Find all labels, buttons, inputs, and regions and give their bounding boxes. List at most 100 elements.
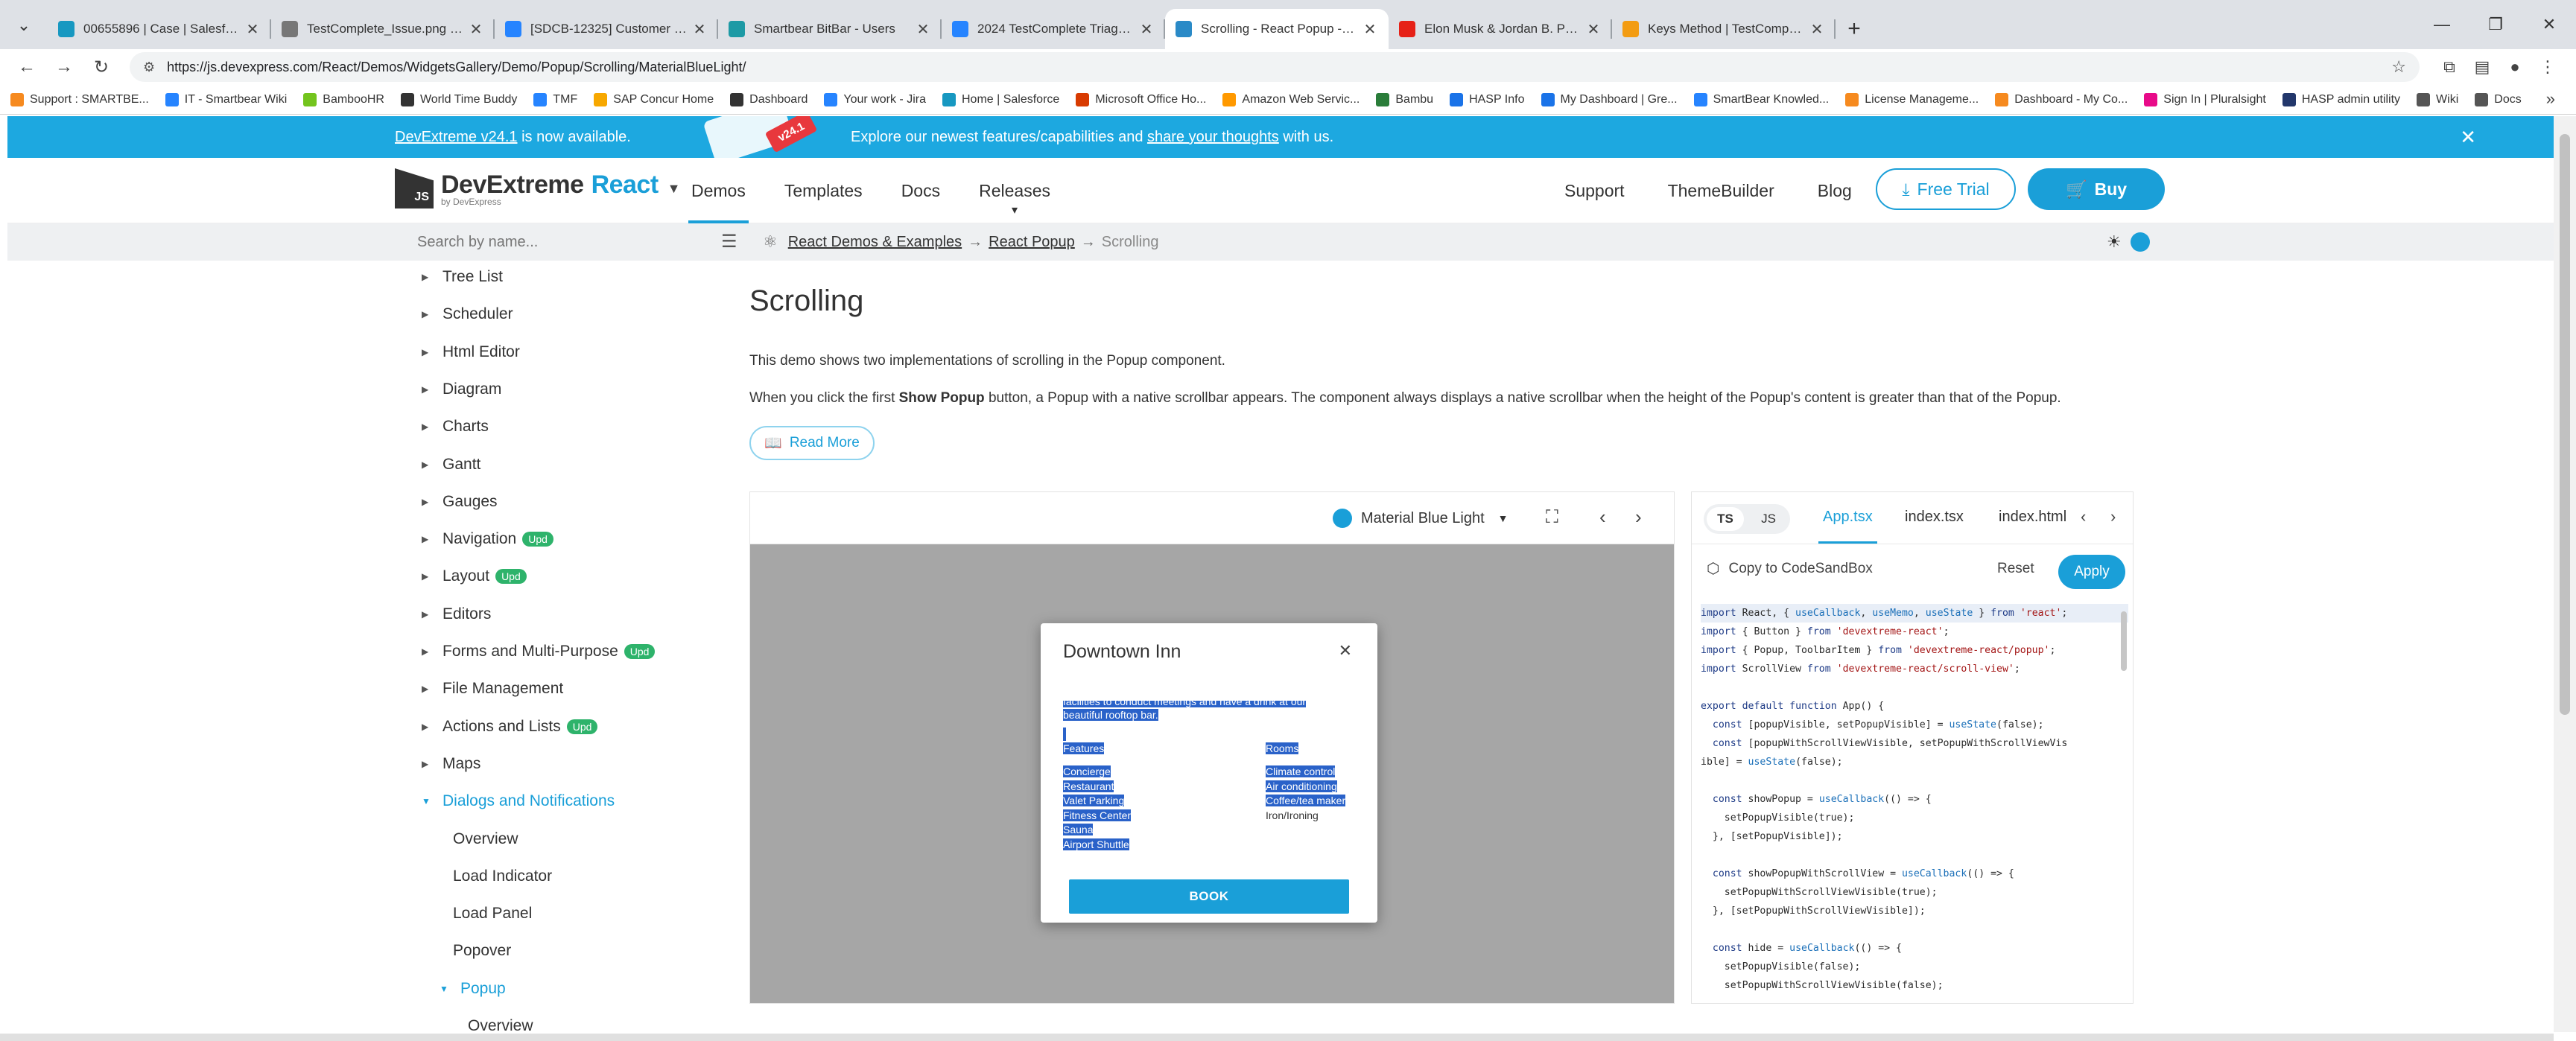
close-tab-icon[interactable]: ✕ (1585, 20, 1602, 39)
bookmark-item[interactable]: Bambu (1376, 92, 1433, 106)
code-editor[interactable]: import React, { useCallback, useMemo, us… (1701, 604, 2128, 999)
version-link[interactable]: DevExtreme v24.1 (395, 129, 518, 145)
bookmark-item[interactable]: Amazon Web Servic... (1222, 92, 1360, 106)
nav-demos[interactable]: Demos (688, 158, 749, 223)
nav-docs[interactable]: Docs (901, 158, 940, 223)
lang-js[interactable]: JS (1750, 507, 1787, 531)
sidebar-sub-sub-item[interactable]: Overview (468, 1017, 533, 1035)
bookmark-item[interactable]: Support : SMARTBE... (10, 92, 149, 106)
extensions-icon[interactable]: ⧉ (2433, 52, 2466, 82)
next-demo-icon[interactable]: › (1635, 506, 1642, 529)
theme-select[interactable]: Material Blue Light ▼ (1333, 509, 1509, 528)
previous-demo-icon[interactable]: ‹ (1599, 506, 1606, 529)
sidebar-item[interactable]: ▶ Scheduler (422, 305, 513, 323)
theme-color-swatch[interactable] (2130, 232, 2150, 252)
bookmark-item[interactable]: Microsoft Office Ho... (1076, 92, 1206, 106)
reset-button[interactable]: Reset (1997, 561, 2034, 577)
code-scrollbar[interactable] (2121, 611, 2127, 671)
sidebar-item[interactable]: ▶ Actions and Lists Upd (422, 718, 598, 736)
bookmark-item[interactable]: Docs (2475, 92, 2522, 106)
product-dropdown-icon[interactable]: ▼ (667, 181, 681, 197)
bookmark-item[interactable]: Home | Salesforce (942, 92, 1059, 106)
sun-icon[interactable]: ☀ (2107, 232, 2122, 252)
tab-search-icon[interactable]: ⌄ (7, 9, 40, 42)
devextreme-logo[interactable]: JS DevExtreme React by DevExpress ▼ (395, 168, 681, 208)
bookmark-item[interactable]: License Manageme... (1845, 92, 1979, 106)
sidebar-item[interactable]: ▶ Gantt (422, 456, 480, 474)
book-button[interactable]: BOOK (1069, 879, 1349, 914)
chevron-left-icon[interactable]: ‹ (2081, 507, 2086, 526)
close-tab-icon[interactable]: ✕ (1362, 20, 1378, 39)
bookmark-item[interactable]: TMF (533, 92, 577, 106)
browser-tab[interactable]: [SDCB-12325] Customer is askin ✕ (495, 9, 718, 49)
nav-support[interactable]: Support (1564, 181, 1625, 201)
theme-switcher[interactable]: ☀ (2107, 232, 2150, 252)
close-tab-icon[interactable]: ✕ (915, 20, 931, 39)
reload-icon[interactable]: ↻ (86, 52, 116, 82)
sidebar-sub-item[interactable]: Load Indicator (453, 867, 552, 885)
bookmark-item[interactable]: BambooHR (303, 92, 384, 106)
file-tab-app[interactable]: App.tsx (1818, 509, 1877, 544)
bookmark-item[interactable]: IT - Smartbear Wiki (165, 92, 287, 106)
sidebar-item[interactable]: ▶ Tree List (422, 268, 503, 286)
nav-releases[interactable]: Releases ▾ (979, 158, 1050, 223)
browser-tab[interactable]: Keys Method | TestComplete Do ✕ (1612, 9, 1836, 49)
more-bookmarks-icon[interactable]: » (2546, 89, 2555, 109)
browser-tab[interactable]: TestComplete_Issue.png (3840× ✕ (271, 9, 495, 49)
browser-tab[interactable]: 00655896 | Case | Salesforce ✕ (48, 9, 271, 49)
scrollbar-thumb[interactable] (2560, 134, 2570, 715)
bookmark-item[interactable]: My Dashboard | Gre... (1541, 92, 1678, 106)
free-trial-button[interactable]: ⤓ Free Trial (1876, 168, 2016, 210)
close-tab-icon[interactable]: ✕ (468, 20, 484, 39)
close-tab-icon[interactable]: ✕ (1138, 20, 1155, 39)
sidebar-item[interactable]: ▶ Diagram (422, 381, 501, 398)
collapse-menu-icon[interactable]: ☰ (721, 231, 737, 252)
buy-button[interactable]: 🛒 Buy (2028, 168, 2165, 210)
nav-blog[interactable]: Blog (1818, 181, 1852, 201)
nav-themebuilder[interactable]: ThemeBuilder (1668, 181, 1774, 201)
chevron-right-icon[interactable]: › (2110, 507, 2116, 526)
sidebar-item[interactable]: ▶ File Management (422, 680, 563, 698)
sidebar-item[interactable]: ▶ Forms and Multi-Purpose Upd (422, 643, 656, 660)
bookmark-item[interactable]: Wiki (2417, 92, 2458, 106)
demo-search-input[interactable] (417, 231, 700, 253)
bookmark-item[interactable]: Dashboard - My Co... (1995, 92, 2128, 106)
sidebar-item[interactable]: ▶ Layout Upd (422, 567, 527, 585)
close-tab-icon[interactable]: ✕ (691, 20, 708, 39)
bookmark-star-icon[interactable]: ☆ (2391, 57, 2406, 77)
bookmark-item[interactable]: HASP Info (1450, 92, 1525, 106)
sidebar-item[interactable]: ▼ Dialogs and Notifications (422, 792, 615, 810)
sidebar-item[interactable]: ▶ Html Editor (422, 343, 520, 361)
browser-tab[interactable]: Elon Musk & Jordan B. Peterson ✕ (1389, 9, 1612, 49)
close-icon[interactable]: ✕ (1339, 641, 1352, 660)
sidebar-sub-item[interactable]: Overview (453, 830, 518, 848)
browser-tab[interactable]: Smartbear BitBar - Users ✕ (718, 9, 942, 49)
nav-templates[interactable]: Templates (784, 158, 863, 223)
new-tab-button[interactable]: + (1836, 9, 1873, 49)
close-window-icon[interactable]: ✕ (2522, 0, 2576, 49)
sidebar-item[interactable]: ▶ Maps (422, 755, 480, 773)
lang-ts[interactable]: TS (1707, 507, 1744, 531)
sidebar-item[interactable]: ▶ Charts (422, 418, 489, 436)
read-more-button[interactable]: 📖 Read More (749, 426, 875, 460)
bookmark-item[interactable]: World Time Buddy (400, 92, 517, 106)
close-tab-icon[interactable]: ✕ (244, 20, 261, 39)
browser-tab[interactable]: 2024 TestComplete Triage - Con ✕ (942, 9, 1165, 49)
file-tab-index-tsx[interactable]: index.tsx (1905, 509, 1964, 526)
site-info-icon[interactable]: ⚙ (143, 60, 155, 75)
fullscreen-icon[interactable]: ⛶ (1546, 507, 1558, 528)
sidebar-item[interactable]: ▶ Editors (422, 605, 491, 623)
browser-tab[interactable]: Scrolling - React Popup - DevEx ✕ (1165, 9, 1389, 49)
sidebar-item[interactable]: ▶ Gauges (422, 493, 498, 511)
close-tab-icon[interactable]: ✕ (1809, 20, 1825, 39)
breadcrumb-demos[interactable]: React Demos & Examples (788, 234, 962, 251)
apply-button[interactable]: Apply (2058, 555, 2125, 589)
horizontal-scrollbar[interactable] (0, 1034, 2554, 1041)
address-bar[interactable]: ⚙ https://js.devexpress.com/React/Demos/… (130, 52, 2420, 82)
bookmark-item[interactable]: Dashboard (730, 92, 808, 106)
sidebar-icon[interactable]: ▤ (2466, 52, 2499, 82)
page-scrollbar[interactable] (2554, 116, 2576, 1032)
share-thoughts-link[interactable]: share your thoughts (1147, 129, 1279, 145)
sidebar-sub-item[interactable]: Load Panel (453, 905, 532, 923)
sidebar-item[interactable]: ▶ Navigation Upd (422, 530, 553, 548)
